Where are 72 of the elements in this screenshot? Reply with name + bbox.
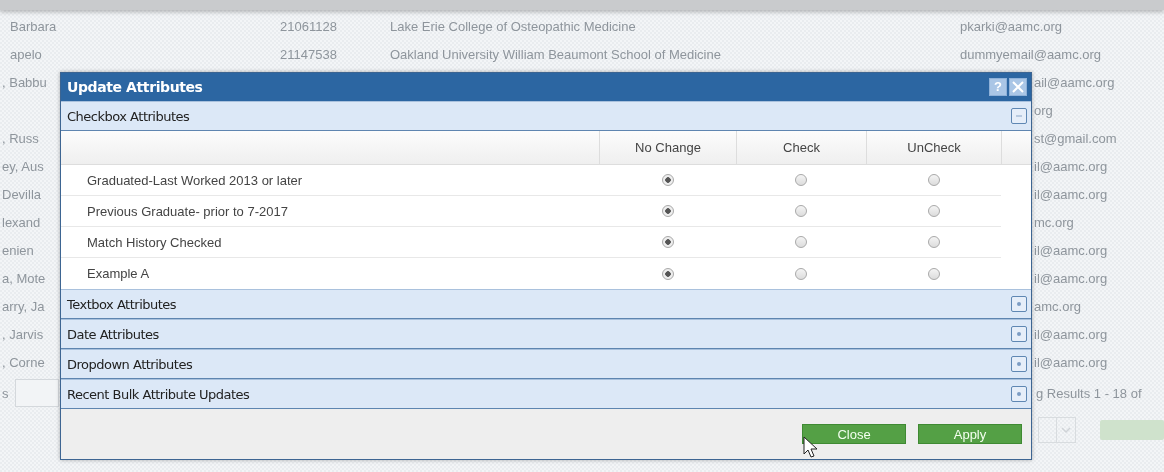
background-name: Barbara — [9, 18, 57, 34]
dot-icon — [1015, 330, 1023, 338]
radio-button[interactable] — [795, 205, 807, 217]
radio-button[interactable] — [661, 174, 674, 186]
section-title: Dropdown Attributes — [67, 356, 193, 372]
background-email: il@aamc.org — [1034, 186, 1108, 202]
radio-button[interactable] — [661, 236, 674, 248]
background-name: , Corne — [1, 354, 45, 370]
dot-icon — [1015, 360, 1023, 368]
background-email: ail@aamc.org — [1034, 74, 1115, 90]
background-school: Oakland University William Beaumont School of Medicine — [390, 46, 721, 62]
background-name: apelo — [9, 46, 42, 62]
section-header[interactable]: Date Attributes — [61, 319, 1031, 349]
background-name: ey, Aus — [1, 158, 44, 174]
section-title: Recent Bulk Attribute Updates — [67, 386, 250, 402]
attribute-label: Previous Graduate- prior to 7-2017 — [61, 196, 599, 227]
background-email: pkarki@aamc.org — [960, 18, 1063, 34]
background-email: dummyemail@aamc.org — [960, 46, 1102, 62]
background-email: il@aamc.org — [1034, 270, 1108, 286]
section-title: Textbox Attributes — [67, 296, 177, 312]
background-email: il@aamc.org — [1034, 158, 1108, 174]
radio-button[interactable] — [661, 267, 674, 280]
radio-button[interactable] — [927, 205, 940, 217]
section-title: Date Attributes — [67, 326, 159, 342]
section-title: Checkbox Attributes — [67, 108, 190, 124]
attribute-label: Example A — [86, 265, 151, 283]
radio-button[interactable] — [927, 174, 940, 186]
background-name: , Russ — [1, 130, 39, 146]
section-header[interactable]: Recent Bulk Attribute Updates — [61, 379, 1031, 409]
background-email: il@aamc.org — [1034, 326, 1108, 342]
section-header[interactable]: Checkbox Attributes — [61, 101, 1031, 131]
expand-button[interactable] — [1011, 296, 1027, 312]
background-name: , Jarvis — [1, 326, 44, 342]
background-email: amc.org — [1034, 298, 1081, 314]
expand-button[interactable] — [1011, 386, 1027, 402]
background-id: 21147538 — [280, 46, 337, 62]
close-button[interactable] — [1009, 78, 1027, 96]
background-email: il@aamc.org — [1034, 242, 1108, 258]
radio-button[interactable] — [795, 236, 807, 248]
background-name: Devilla — [1, 186, 41, 202]
section-header[interactable]: Dropdown Attributes — [61, 349, 1031, 379]
radio-button[interactable] — [661, 205, 674, 217]
column-header: UnCheck — [866, 131, 1001, 164]
attribute-label: Match History Checked — [61, 227, 599, 258]
background-email: org — [1034, 102, 1053, 118]
mouse-cursor-icon — [803, 436, 819, 460]
column-header: No Change — [599, 131, 736, 164]
radio-button[interactable] — [927, 267, 940, 280]
column-header: Check — [736, 131, 866, 164]
background-school: Lake Erie College of Osteopathic Medicine — [390, 18, 636, 34]
collapse-button[interactable] — [1011, 108, 1027, 124]
background-name: arry, Ja — [1, 298, 45, 314]
attribute-label: Graduated-Last Worked 2013 or later — [61, 165, 599, 196]
background-email: il@aamc.org — [1034, 354, 1108, 370]
background-label: s — [2, 385, 9, 401]
radio-button[interactable] — [795, 174, 807, 186]
background-name: , Babbu — [1, 74, 47, 90]
dialog-title: Update Attributes — [67, 79, 203, 95]
background-name: lexand — [1, 214, 41, 230]
results-text: g Results 1 - 18 of — [1036, 385, 1142, 401]
radio-button[interactable] — [795, 267, 807, 280]
section-header[interactable]: Textbox Attributes — [61, 289, 1031, 319]
radio-button[interactable] — [927, 236, 940, 248]
dot-icon — [1015, 300, 1023, 308]
background-email: st@gmail.com — [1034, 130, 1117, 146]
background-email: mc.org — [1034, 214, 1074, 230]
dot-icon — [1015, 390, 1023, 398]
background-name: a, Mote — [1, 270, 46, 286]
expand-button[interactable] — [1011, 356, 1027, 372]
expand-button[interactable] — [1011, 326, 1027, 342]
background-id: 21061128 — [280, 18, 337, 34]
background-name: enien — [1, 242, 34, 258]
